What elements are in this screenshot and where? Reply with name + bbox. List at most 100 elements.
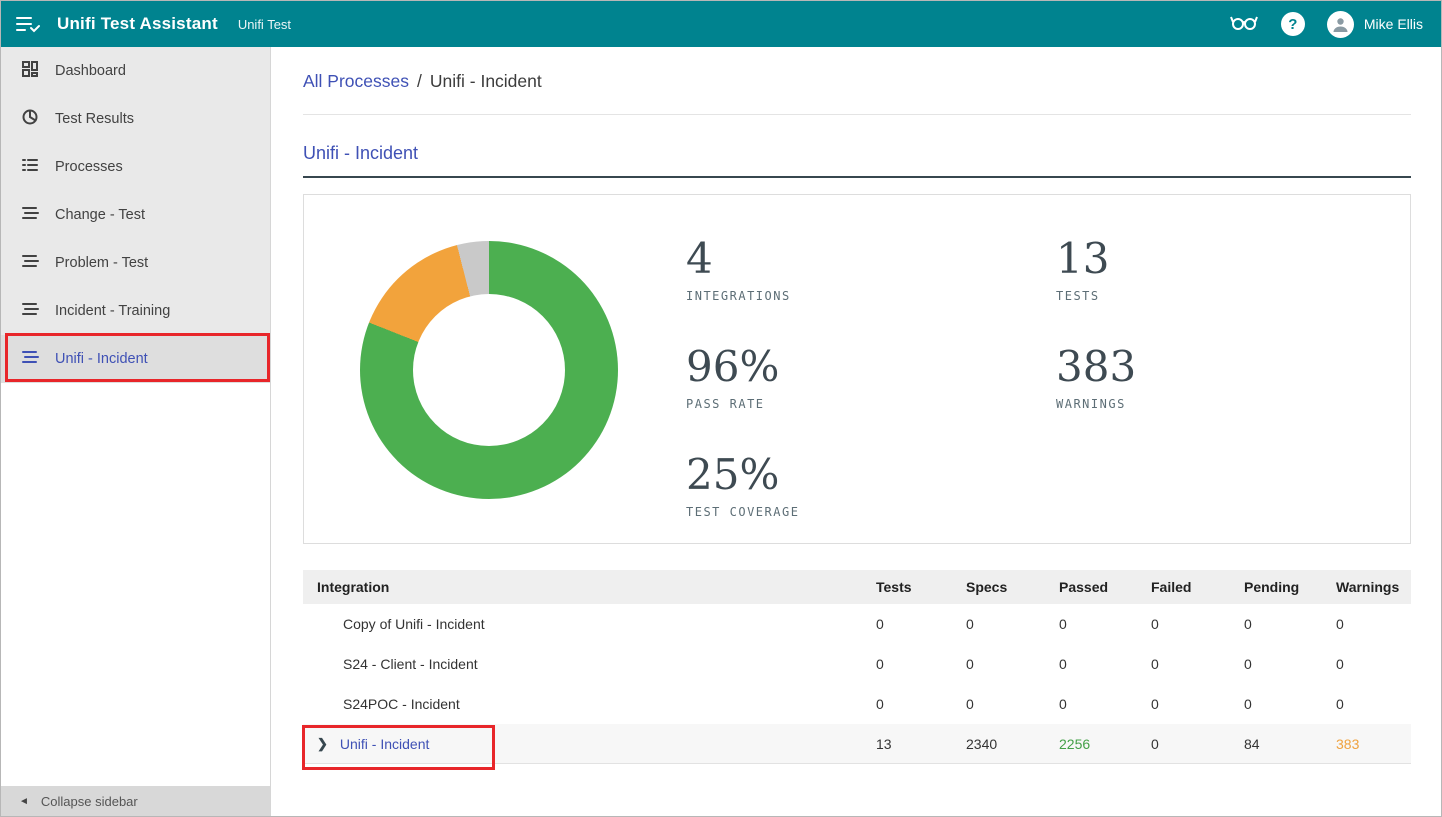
process-lines-icon	[21, 300, 39, 322]
breadcrumb: All Processes / Unifi - Incident	[303, 71, 1411, 92]
app-subtitle: Unifi Test	[238, 17, 291, 32]
tests-value: 0	[876, 616, 966, 632]
breadcrumb-current: Unifi - Incident	[430, 71, 542, 92]
collapse-sidebar-button[interactable]: ◄ Collapse sidebar	[1, 786, 270, 816]
stat-tests: 13 TESTS	[1056, 235, 1136, 303]
glasses-icon[interactable]	[1229, 11, 1259, 38]
sidebar-item-processes[interactable]: Processes	[1, 143, 270, 191]
collapse-sidebar-label: Collapse sidebar	[41, 794, 138, 809]
avatar[interactable]	[1327, 11, 1354, 38]
process-lines-icon	[21, 348, 39, 370]
section-header: Unifi - Incident	[303, 143, 1411, 178]
stat-value: 383	[1056, 343, 1136, 391]
integrations-table: Integration Tests Specs Passed Failed Pe…	[303, 570, 1411, 764]
tests-value: 0	[876, 696, 966, 712]
process-lines-icon	[21, 252, 39, 274]
passed-value: 0	[1059, 696, 1151, 712]
page-title: Unifi - Incident	[303, 143, 418, 163]
failed-value: 0	[1151, 696, 1244, 712]
passed-value: 2256	[1059, 736, 1151, 752]
stat-label: INTEGRATIONS	[686, 289, 799, 303]
col-header-tests: Tests	[876, 579, 966, 595]
list-icon	[21, 156, 39, 178]
stat-pass-rate: 96% PASS RATE	[686, 343, 799, 411]
sidebar-item-label: Processes	[55, 159, 123, 175]
col-header-warnings: Warnings	[1336, 579, 1411, 595]
breadcrumb-all-processes-link[interactable]: All Processes	[303, 71, 409, 92]
specs-value: 0	[966, 656, 1059, 672]
col-header-pending: Pending	[1244, 579, 1336, 595]
col-header-passed: Passed	[1059, 579, 1151, 595]
passed-value: 0	[1059, 616, 1151, 632]
stat-label: TEST COVERAGE	[686, 505, 799, 519]
dashboard-icon	[21, 60, 39, 82]
col-header-integration: Integration	[303, 579, 876, 595]
summary-card: 4 INTEGRATIONS 96% PASS RATE 25% TEST CO…	[303, 194, 1411, 544]
table-row[interactable]: S24 - Client - Incident 0 0 0 0 0 0	[303, 644, 1411, 684]
integration-name: S24POC - Incident	[343, 696, 460, 712]
sidebar-item-test-results[interactable]: Test Results	[1, 95, 270, 143]
tests-value: 13	[876, 736, 966, 752]
table-row[interactable]: Copy of Unifi - Incident 0 0 0 0 0 0	[303, 604, 1411, 644]
chevron-right-icon[interactable]: ❯	[317, 736, 328, 752]
stat-value: 25%	[686, 451, 799, 499]
stats-column-1: 4 INTEGRATIONS 96% PASS RATE 25% TEST CO…	[686, 235, 799, 559]
breadcrumb-separator: /	[417, 71, 422, 92]
failed-value: 0	[1151, 616, 1244, 632]
stats-column-2: 13 TESTS 383 WARNINGS	[1056, 235, 1136, 451]
warnings-value: 0	[1336, 616, 1411, 632]
failed-value: 0	[1151, 736, 1244, 752]
integration-name: S24 - Client - Incident	[343, 656, 478, 672]
col-header-failed: Failed	[1151, 579, 1244, 595]
sidebar: Dashboard Test Results Processes Change …	[1, 47, 271, 816]
specs-value: 0	[966, 696, 1059, 712]
warnings-value: 383	[1336, 736, 1411, 752]
collapse-arrow-icon: ◄	[19, 796, 29, 807]
passed-value: 0	[1059, 656, 1151, 672]
sidebar-item-dashboard[interactable]: Dashboard	[1, 47, 270, 95]
specs-value: 2340	[966, 736, 1059, 752]
sidebar-item-problem-test[interactable]: Problem - Test	[1, 239, 270, 287]
failed-value: 0	[1151, 656, 1244, 672]
sidebar-item-label: Change - Test	[55, 207, 145, 223]
sidebar-item-label: Unifi - Incident	[55, 351, 148, 367]
integration-name-link[interactable]: Unifi - Incident	[340, 736, 429, 752]
sidebar-item-label: Problem - Test	[55, 255, 148, 271]
table-header-row: Integration Tests Specs Passed Failed Pe…	[303, 570, 1411, 604]
help-icon[interactable]: ?	[1281, 12, 1305, 36]
user-name: Mike Ellis	[1364, 16, 1423, 32]
tests-value: 0	[876, 656, 966, 672]
specs-value: 0	[966, 616, 1059, 632]
sidebar-item-label: Incident - Training	[55, 303, 170, 319]
stat-test-coverage: 25% TEST COVERAGE	[686, 451, 799, 519]
stat-integrations: 4 INTEGRATIONS	[686, 235, 799, 303]
pending-value: 0	[1244, 656, 1336, 672]
pending-value: 0	[1244, 616, 1336, 632]
sidebar-item-label: Dashboard	[55, 63, 126, 79]
table-row[interactable]: S24POC - Incident 0 0 0 0 0 0	[303, 684, 1411, 724]
col-header-specs: Specs	[966, 579, 1059, 595]
menu-icon[interactable]	[15, 14, 41, 34]
sidebar-item-change-test[interactable]: Change - Test	[1, 191, 270, 239]
table-row-unifi-incident[interactable]: ❯ Unifi - Incident 13 2340 2256 0 84 383	[303, 724, 1411, 764]
warnings-value: 0	[1336, 656, 1411, 672]
integration-name: Copy of Unifi - Incident	[343, 616, 485, 632]
stat-label: PASS RATE	[686, 397, 799, 411]
top-bar: Unifi Test Assistant Unifi Test ? Mike E…	[1, 1, 1441, 47]
donut-chart	[360, 241, 618, 499]
stat-value: 13	[1056, 235, 1136, 283]
sidebar-item-label: Test Results	[55, 111, 134, 127]
stat-label: WARNINGS	[1056, 397, 1136, 411]
stat-value: 4	[686, 235, 799, 283]
stat-warnings: 383 WARNINGS	[1056, 343, 1136, 411]
divider	[303, 114, 1411, 115]
stat-value: 96%	[686, 343, 799, 391]
pending-value: 0	[1244, 696, 1336, 712]
app-window: Unifi Test Assistant Unifi Test ? Mike E…	[0, 0, 1442, 817]
app-title: Unifi Test Assistant	[57, 14, 218, 34]
process-lines-icon	[21, 204, 39, 226]
sidebar-item-incident-training[interactable]: Incident - Training	[1, 287, 270, 335]
sidebar-item-unifi-incident[interactable]: Unifi - Incident	[1, 335, 270, 383]
stat-label: TESTS	[1056, 289, 1136, 303]
main-content: All Processes / Unifi - Incident Unifi -…	[271, 47, 1441, 816]
